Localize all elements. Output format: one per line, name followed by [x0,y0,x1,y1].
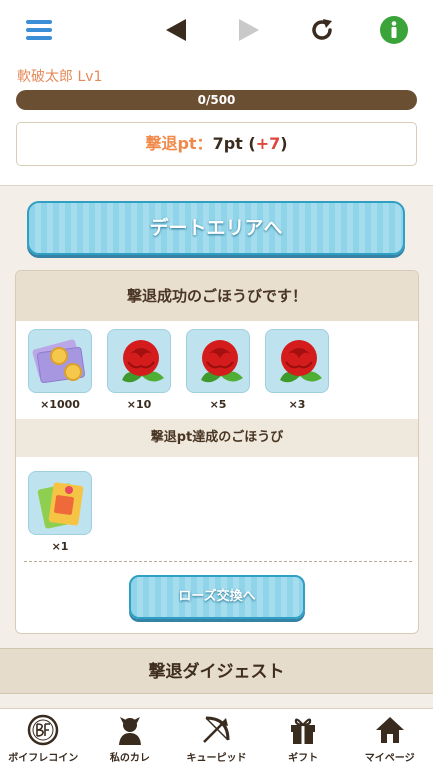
nav-label: ボイフレコイン [8,753,79,764]
boifure-coin-icon [27,714,59,746]
reward-title: 撃退成功のごほうびです！ [16,271,418,321]
nav-label: ギフト [288,753,319,764]
reward-item-rose: ×10 [105,329,173,413]
coins-icon [28,329,92,393]
info-icon[interactable] [378,14,410,46]
defeat-points-bonus: +7 [255,134,281,153]
house-icon [374,714,406,746]
rose-icon [265,329,329,393]
reward-item-rose: ×5 [184,329,252,413]
nav-item-my-page[interactable]: マイページ [346,709,433,768]
defeat-points-box: 撃退pt：7pt (+7) [16,122,417,166]
reward-qty: ×1000 [40,398,80,411]
defeat-points-value: 7pt [212,134,243,153]
defeat-digest-header: 撃退ダイジェスト [0,648,433,694]
reward-qty: ×5 [209,398,227,411]
reward-card: 撃退成功のごほうびです！ ×1000 ×10 ×5 ×3 撃退pt達成のごほうび… [15,270,419,634]
rose-icon [186,329,250,393]
reward-qty: ×10 [126,398,152,411]
nav-label: キューピッド [186,753,247,764]
reward-item-gift-bag: ×1 [26,471,94,555]
gift-icon [287,714,319,746]
divider [24,561,412,562]
xp-progress-bar: 0/500 [16,90,417,110]
reward-qty: ×3 [288,398,306,411]
nav-item-my-boyfriend[interactable]: 私のカレ [87,709,174,768]
gift-bag-icon [28,471,92,535]
reward-item-rose: ×3 [263,329,331,413]
reload-icon[interactable] [306,14,338,46]
rose-exchange-button[interactable]: ローズ交換へ [129,575,305,619]
reward-item-coins: ×1000 [26,329,94,413]
bottom-navigation: ボイフレコイン 私のカレ キューピッド ギフト マイページ [0,708,433,768]
back-icon[interactable] [160,14,192,46]
user-status-panel: 軟破太郎 Lv1 0/500 撃退pt：7pt (+7) [0,60,433,186]
nav-item-boifure-coin[interactable]: ボイフレコイン [0,709,87,768]
nav-label: マイページ [364,753,415,764]
rose-icon [107,329,171,393]
boyfriend-icon [114,714,146,746]
hamburger-icon[interactable] [22,14,54,46]
nav-item-gift[interactable]: ギフト [260,709,347,768]
xp-text: 0/500 [197,93,236,107]
defeat-points-bonus-open: ( [248,134,256,153]
defeat-points-bonus-close: ) [280,134,288,153]
reward-qty: ×1 [51,540,69,553]
bow-arrow-icon [200,714,232,746]
nav-label: 私のカレ [109,753,150,764]
nav-item-cupid[interactable]: キューピッド [173,709,260,768]
top-toolbar [0,0,433,60]
date-area-button[interactable]: デートエリアへ [27,201,405,255]
point-reward-title: 撃退pt達成のごほうび [16,419,418,457]
defeat-points-label: 撃退pt： [145,134,213,153]
username-level: 軟破太郎 Lv1 [17,69,103,85]
forward-icon[interactable] [233,14,265,46]
